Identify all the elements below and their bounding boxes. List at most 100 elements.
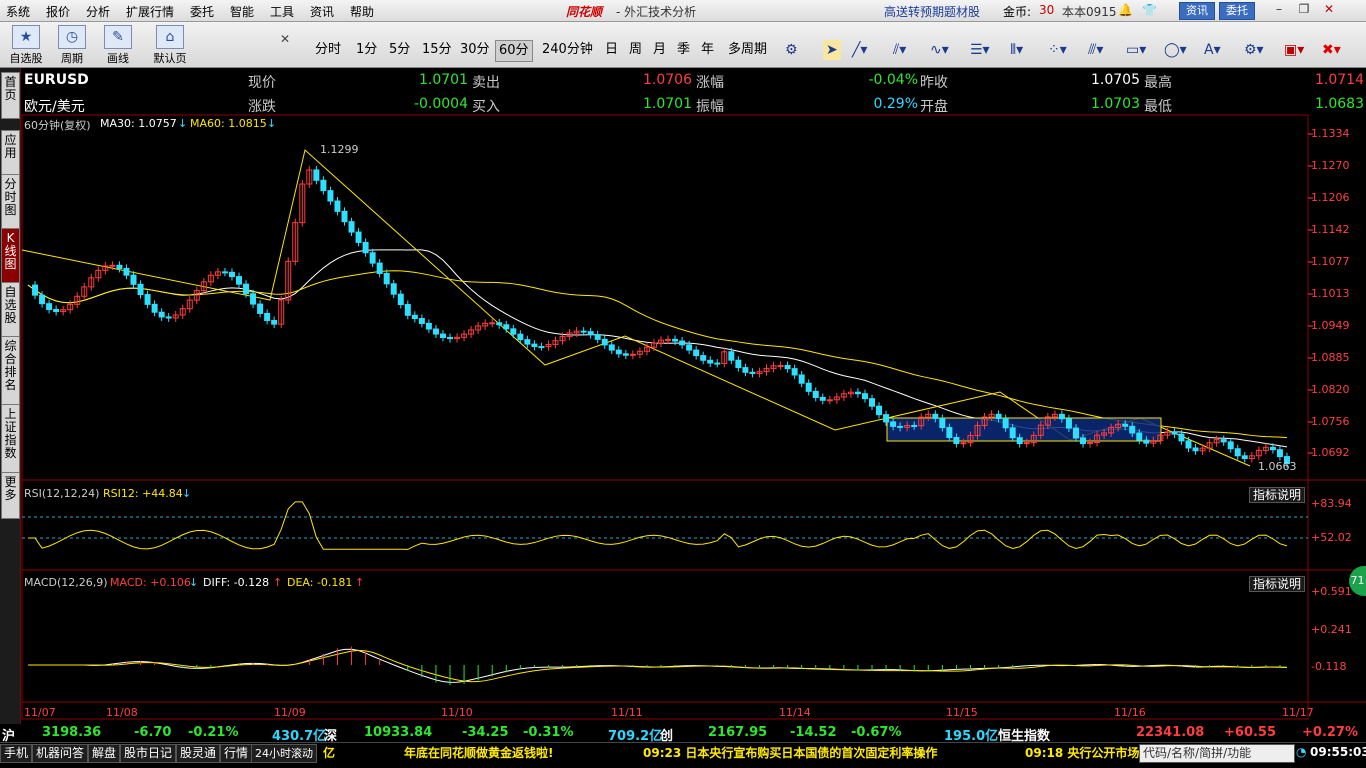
y-tick: 1.1077	[1311, 255, 1350, 268]
candle-body	[447, 336, 453, 340]
arrow-down-icon: ↓	[267, 117, 277, 130]
chart-grid	[21, 114, 1366, 720]
candle-body	[890, 421, 897, 427]
status-btn-diary[interactable]: 股市日记	[120, 744, 177, 763]
y-tick: 1.0692	[1311, 446, 1350, 459]
y-tick: 1.1013	[1311, 287, 1350, 300]
candle-body	[517, 333, 524, 341]
hs-percent: +0.27%	[1302, 725, 1358, 740]
candle-body	[538, 346, 545, 349]
candle-body	[271, 319, 278, 325]
candle-body	[580, 330, 587, 333]
candle-body	[1185, 440, 1192, 449]
candle-body	[1227, 441, 1234, 450]
candle-body	[524, 339, 531, 345]
candle-body	[960, 442, 967, 445]
candle-body	[749, 371, 756, 374]
consolidation-box	[886, 417, 1162, 442]
macd-y-tick: -0.118	[1311, 660, 1347, 673]
candle-body	[130, 274, 137, 285]
status-btn-analysis[interactable]: 解盘	[88, 744, 121, 763]
status-btn-qa[interactable]: 机器问答	[32, 744, 89, 763]
candle-body	[672, 338, 679, 342]
x-date: 11/14	[779, 706, 811, 719]
candle-body	[411, 314, 418, 320]
candle-body	[1058, 413, 1065, 420]
candle-body	[679, 340, 686, 346]
hs-change: +60.55	[1224, 725, 1277, 740]
candle-body	[897, 425, 904, 428]
kline-chart[interactable]	[0, 0, 1366, 767]
diff-value: DIFF: -0.128	[203, 576, 270, 589]
arrow-down-icon: ↓	[178, 117, 188, 130]
candle-body	[348, 221, 355, 233]
status-btn-mobile[interactable]: 手机	[0, 744, 33, 763]
macd-y-tick: +0.591	[1311, 585, 1352, 598]
candle-body	[883, 414, 890, 423]
x-date: 11/10	[441, 706, 473, 719]
news-item[interactable]: 09:23 日本央行宣布购买日本国债的首次固定利率操作	[643, 744, 937, 761]
candle-body	[784, 364, 791, 370]
candle-body	[425, 322, 432, 330]
candle-body	[355, 231, 362, 243]
candle-body	[791, 368, 798, 376]
ma60-line	[27, 270, 1287, 439]
candle-body	[1136, 432, 1143, 441]
candle-body	[53, 308, 60, 313]
candle-body	[1065, 418, 1072, 429]
candle-body	[151, 303, 158, 313]
candle-body	[397, 293, 404, 306]
candle-body	[531, 343, 538, 348]
status-btn-market[interactable]: 行情	[220, 744, 253, 763]
candle-body	[1178, 433, 1185, 442]
candle-body	[137, 283, 144, 296]
candle-body	[946, 427, 953, 438]
candle-body	[158, 311, 165, 318]
candle-body	[700, 355, 707, 361]
news-item[interactable]: 年底在同花顺做黄金返钱啦!	[404, 744, 553, 761]
candle-body	[1009, 427, 1016, 439]
candle-body	[320, 179, 327, 192]
x-date: 11/09	[274, 706, 306, 719]
arrow-down-icon: ↓	[189, 576, 199, 589]
rsi12-value: RSI12: +44.84	[103, 487, 183, 500]
news-item[interactable]: 09:18 央行公开市场	[1025, 744, 1139, 761]
chart-frame	[21, 114, 1309, 720]
candle-body	[46, 303, 53, 310]
arrow-down-icon: ↓	[182, 487, 192, 500]
candle-body	[165, 316, 172, 319]
rsi-label: RSI(12,12,24)	[24, 487, 100, 500]
candle-body	[510, 328, 517, 335]
chart-overlays	[21, 149, 1288, 683]
candle-body	[1269, 446, 1276, 451]
candle-body	[1016, 437, 1023, 445]
clock-time: 09:55:03	[1310, 745, 1366, 759]
candle-body	[369, 252, 376, 264]
candle-body	[116, 264, 123, 269]
candle-body	[869, 398, 875, 407]
candle-body	[243, 283, 250, 295]
status-btn-lingtong[interactable]: 股灵通	[176, 744, 221, 763]
candle-body	[257, 303, 264, 314]
candle-body	[594, 334, 601, 340]
candle-body	[665, 338, 672, 341]
rsi-y-tick: +52.02	[1311, 531, 1352, 544]
rsi-help-button[interactable]: 指标说明	[1249, 487, 1306, 503]
y-tick: 1.1142	[1311, 223, 1350, 236]
candle-body	[1080, 437, 1086, 445]
sh-change: -6.70	[134, 725, 172, 740]
macd-help-button[interactable]: 指标说明	[1249, 576, 1306, 592]
status-btn-scroll[interactable]: 24小时滚动	[251, 744, 317, 763]
x-date: 11/15	[946, 706, 978, 719]
period-info: 60分钟(复权)	[24, 119, 91, 132]
cy-change: -14.52	[790, 725, 837, 740]
candle-body	[629, 353, 636, 356]
cy-value: 2167.95	[708, 725, 768, 740]
candle-body	[390, 283, 397, 295]
ma60-label: MA60: 1.0815	[190, 117, 267, 130]
candle-body	[221, 271, 228, 274]
candle-body	[439, 333, 446, 338]
search-input[interactable]: 代码/名称/简拼/功能	[1139, 744, 1295, 763]
candle-body	[404, 304, 411, 316]
sh-percent: -0.21%	[188, 725, 239, 740]
